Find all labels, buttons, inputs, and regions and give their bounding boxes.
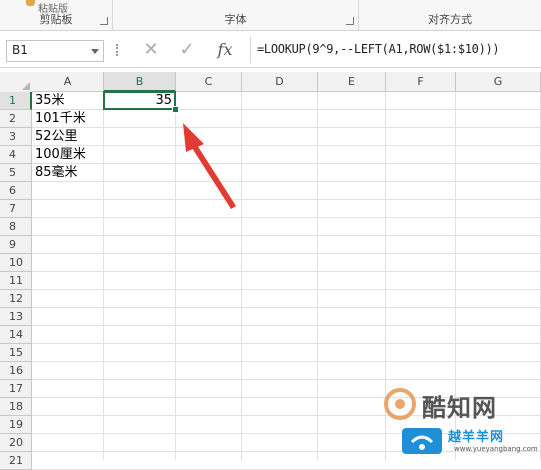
watermark-brand: 酷知网 — [422, 394, 497, 422]
watermark-sub: 越羊羊网 — [448, 430, 505, 445]
watermark-logo-icon — [384, 388, 416, 420]
watermark: 酷知网 越羊羊网 www.yueyangbang.com — [382, 386, 540, 458]
arrow-shaft — [192, 145, 236, 209]
arrow-head — [183, 123, 204, 152]
watermark-url: www.yueyangbang.com — [454, 445, 538, 453]
watermark-wifi-icon — [402, 428, 442, 454]
